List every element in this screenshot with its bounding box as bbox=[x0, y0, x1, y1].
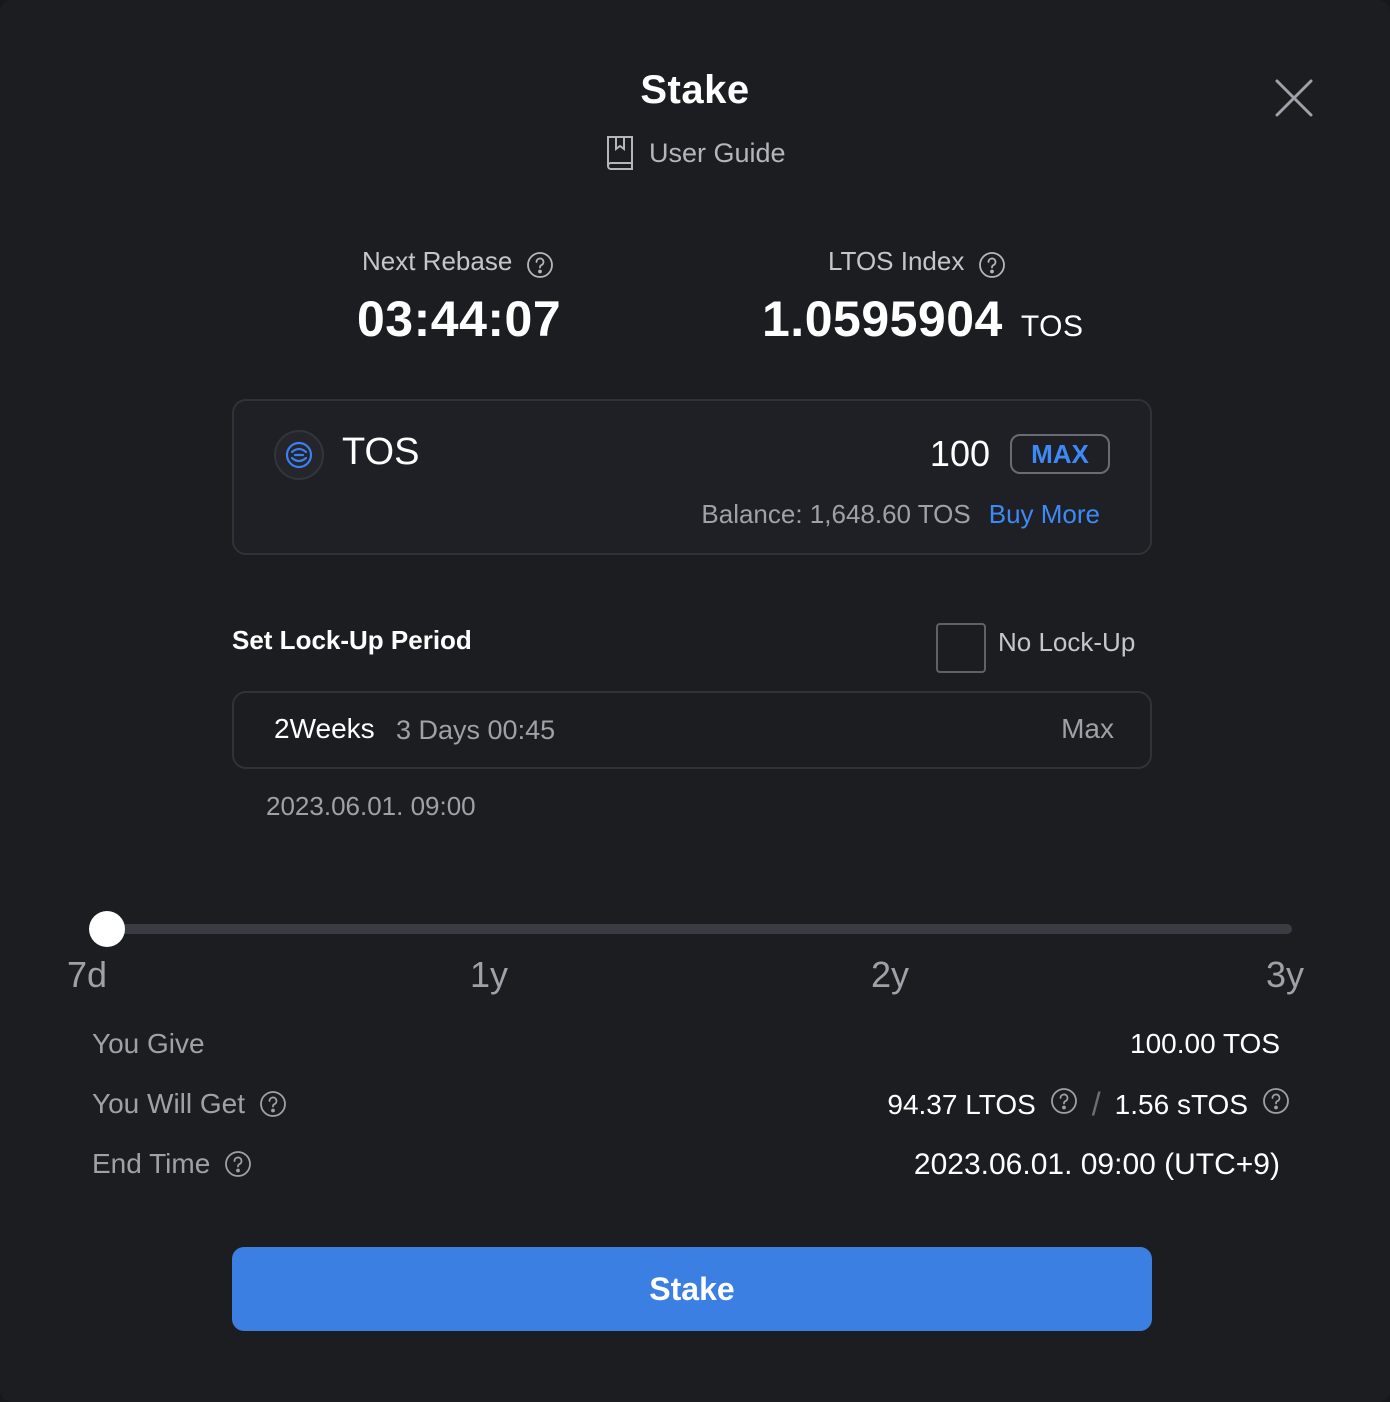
no-lockup-label[interactable]: No Lock-Up bbox=[998, 627, 1135, 658]
balance-row: Balance: 1,648.60 TOS Buy More bbox=[701, 499, 1100, 530]
user-guide-link[interactable]: User Guide bbox=[605, 135, 786, 171]
lockup-end-date: 2023.06.01. 09:00 bbox=[266, 791, 476, 821]
help-icon[interactable] bbox=[1050, 1087, 1078, 1115]
you-give-label-text: You Give bbox=[92, 1028, 205, 1059]
help-icon[interactable] bbox=[259, 1090, 287, 1118]
next-rebase-value: 03:44:07 bbox=[357, 291, 562, 347]
next-rebase-label-group: Next Rebase bbox=[362, 243, 554, 279]
amount-input[interactable] bbox=[790, 433, 990, 475]
end-time-label-text: End Time bbox=[92, 1148, 211, 1179]
lockup-max-button[interactable]: Max bbox=[1061, 713, 1114, 745]
you-give-label: You Give bbox=[92, 1028, 205, 1060]
ltos-index-label: LTOS Index bbox=[828, 245, 965, 276]
end-time-label: End Time bbox=[92, 1148, 252, 1180]
close-icon bbox=[1275, 79, 1313, 117]
slider-tick-3y: 3y bbox=[1266, 954, 1305, 995]
no-lockup-checkbox[interactable] bbox=[936, 623, 986, 673]
help-icon[interactable] bbox=[978, 251, 1006, 279]
close-button[interactable] bbox=[1272, 76, 1316, 120]
stake-button[interactable]: Stake bbox=[232, 1247, 1152, 1331]
help-icon[interactable] bbox=[1262, 1087, 1290, 1115]
end-time-value: 2023.06.01. 09:00 (UTC+9) bbox=[913, 1148, 1280, 1181]
user-guide-label: User Guide bbox=[649, 137, 786, 168]
balance-text: Balance: 1,648.60 TOS bbox=[701, 499, 971, 529]
ltos-index-value: 1.0595904 bbox=[762, 291, 1003, 347]
lockup-period-input[interactable]: 2Weeks 3 Days 00:45 Max bbox=[232, 691, 1152, 769]
you-give-value: 100.00 TOS bbox=[1130, 1028, 1280, 1059]
stos-amount: 1.56 sTOS bbox=[1114, 1088, 1248, 1120]
next-rebase-label: Next Rebase bbox=[362, 245, 513, 276]
lockup-slider-track[interactable] bbox=[100, 924, 1292, 934]
buy-more-link[interactable]: Buy More bbox=[989, 499, 1100, 530]
slider-tick-1y: 1y bbox=[470, 954, 509, 995]
stake-modal: Stake User Guide Next Rebase 03:44:07 LT… bbox=[0, 0, 1390, 1402]
lockup-days-time: 3 Days 00:45 bbox=[396, 715, 556, 745]
token-input-box: TOS MAX Balance: 1,648.60 TOS Buy More bbox=[232, 399, 1152, 555]
slider-tick-7d: 7d bbox=[67, 954, 108, 995]
help-icon[interactable] bbox=[526, 251, 554, 279]
modal-title: Stake bbox=[640, 68, 750, 112]
ltos-index-unit: TOS bbox=[1020, 310, 1084, 343]
ltos-amount: 94.37 LTOS bbox=[887, 1088, 1036, 1120]
you-will-get-value: 94.37 LTOS / 1.56 sTOS bbox=[887, 1086, 1290, 1123]
help-icon[interactable] bbox=[224, 1150, 252, 1178]
tos-token-icon bbox=[274, 430, 324, 480]
token-name: TOS bbox=[342, 431, 420, 473]
value-separator: / bbox=[1091, 1086, 1101, 1122]
you-will-get-label-text: You Will Get bbox=[92, 1088, 246, 1119]
ltos-index-label-group: LTOS Index bbox=[828, 243, 1006, 279]
slider-tick-2y: 2y bbox=[871, 954, 910, 995]
max-amount-button[interactable]: MAX bbox=[1010, 434, 1110, 474]
lockup-title: Set Lock-Up Period bbox=[232, 625, 472, 655]
you-will-get-label: You Will Get bbox=[92, 1088, 287, 1120]
ltos-index-value-group: 1.0595904 TOS bbox=[762, 290, 1084, 348]
lockup-slider-thumb[interactable] bbox=[89, 911, 125, 947]
book-icon bbox=[605, 135, 635, 171]
lockup-weeks: 2Weeks bbox=[274, 713, 375, 744]
